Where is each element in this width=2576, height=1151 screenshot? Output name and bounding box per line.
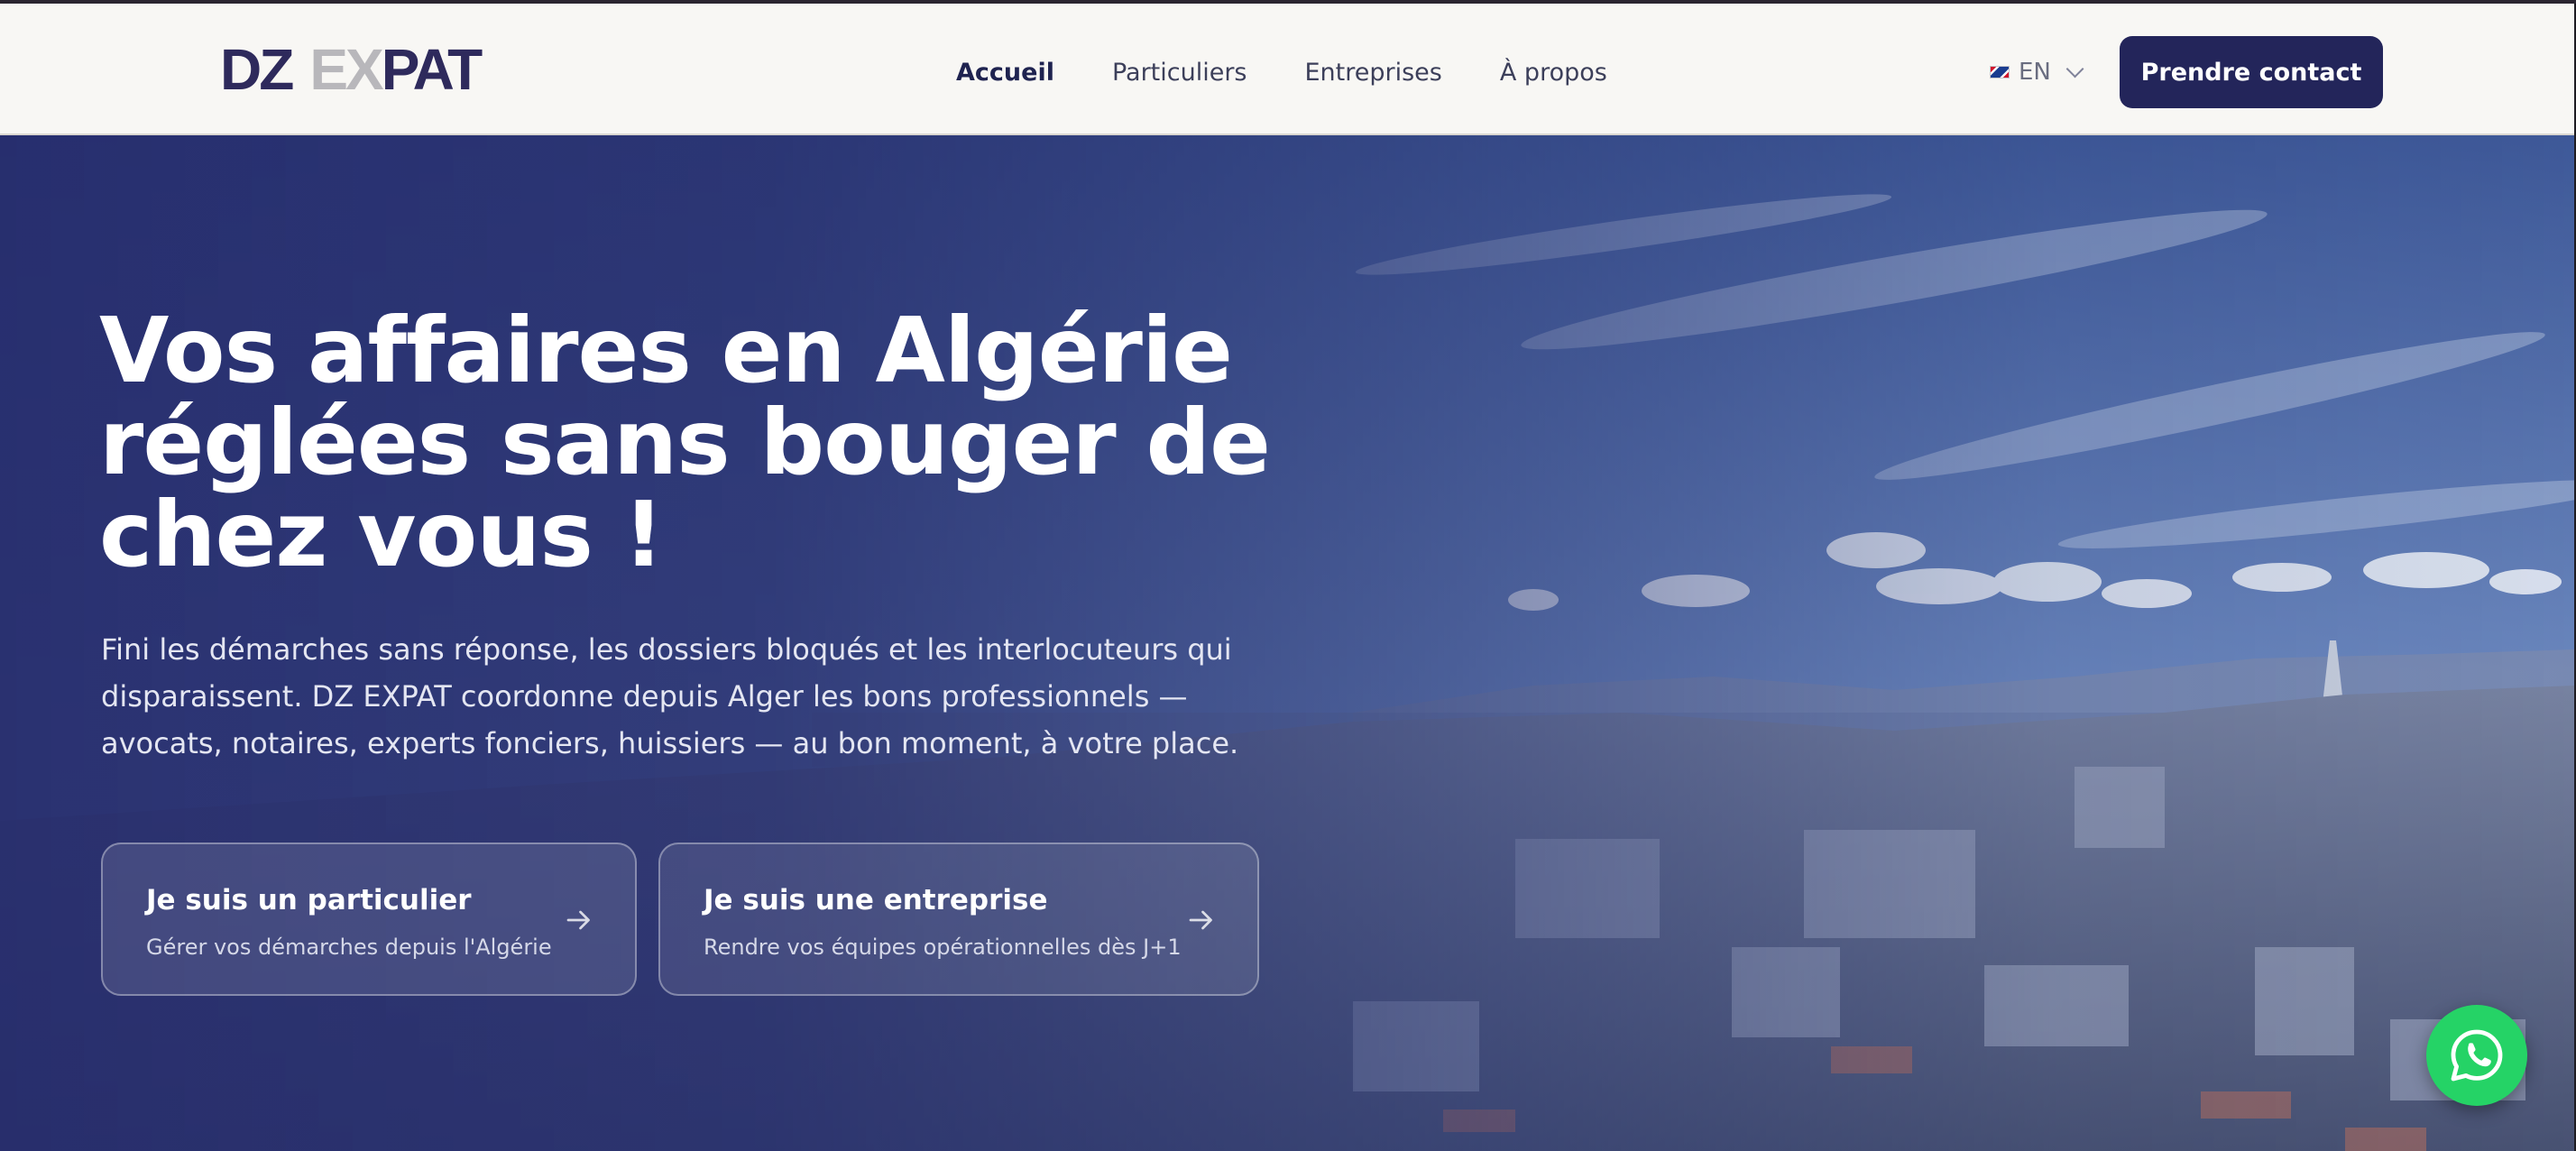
language-selector[interactable]: EN — [1990, 52, 2084, 92]
hero-title-line: Vos affaires en Algérie — [99, 298, 1233, 403]
card-title: Je suis un particulier — [146, 884, 472, 916]
dz-expat-logo[interactable]: DZ EX PAT — [220, 37, 483, 102]
site-header: DZ EX PAT Accueil Particuliers Entrepris… — [0, 4, 2574, 135]
main-nav: Accueil Particuliers Entreprises À propo… — [956, 51, 1665, 94]
whatsapp-icon — [2451, 1029, 2503, 1082]
chevron-down-icon — [2065, 60, 2084, 78]
uk-flag-icon — [1990, 66, 2010, 78]
language-label: EN — [2019, 59, 2051, 86]
hero-subtitle: Fini les démarches sans réponse, les dos… — [101, 632, 1239, 760]
entreprise-card[interactable]: Je suis une entreprise Rendre vos équipe… — [658, 843, 1259, 996]
logo-part-ex: EX — [309, 37, 383, 102]
prendre-contact-button[interactable]: Prendre contact — [2120, 36, 2383, 108]
logo-part-pat: PAT — [381, 37, 483, 102]
whatsapp-button[interactable] — [2426, 1005, 2527, 1106]
nav-link-entreprises[interactable]: Entreprises — [1305, 59, 1442, 87]
hero-title: Vos affaires en Algérie réglées sans bou… — [99, 305, 1272, 581]
nav-link-particuliers[interactable]: Particuliers — [1112, 59, 1247, 87]
logo-part-dz: DZ — [220, 37, 294, 102]
nav-link-a-propos[interactable]: À propos — [1500, 59, 1607, 87]
hero-section: Vos affaires en Algérie réglées sans bou… — [0, 135, 2574, 1151]
card-description: Gérer vos démarches depuis l'Algérie — [146, 935, 552, 960]
card-title: Je suis une entreprise — [704, 884, 1048, 916]
hero-title-line: réglées sans bouger de — [99, 390, 1271, 495]
card-description: Rendre vos équipes opérationnelles dès J… — [704, 935, 1182, 960]
arrow-right-icon — [1189, 910, 1212, 930]
hero-title-line: chez vous ! — [99, 482, 664, 587]
arrow-right-icon — [566, 910, 590, 930]
nav-link-accueil[interactable]: Accueil — [956, 59, 1054, 87]
particulier-card[interactable]: Je suis un particulier Gérer vos démarch… — [101, 843, 637, 996]
